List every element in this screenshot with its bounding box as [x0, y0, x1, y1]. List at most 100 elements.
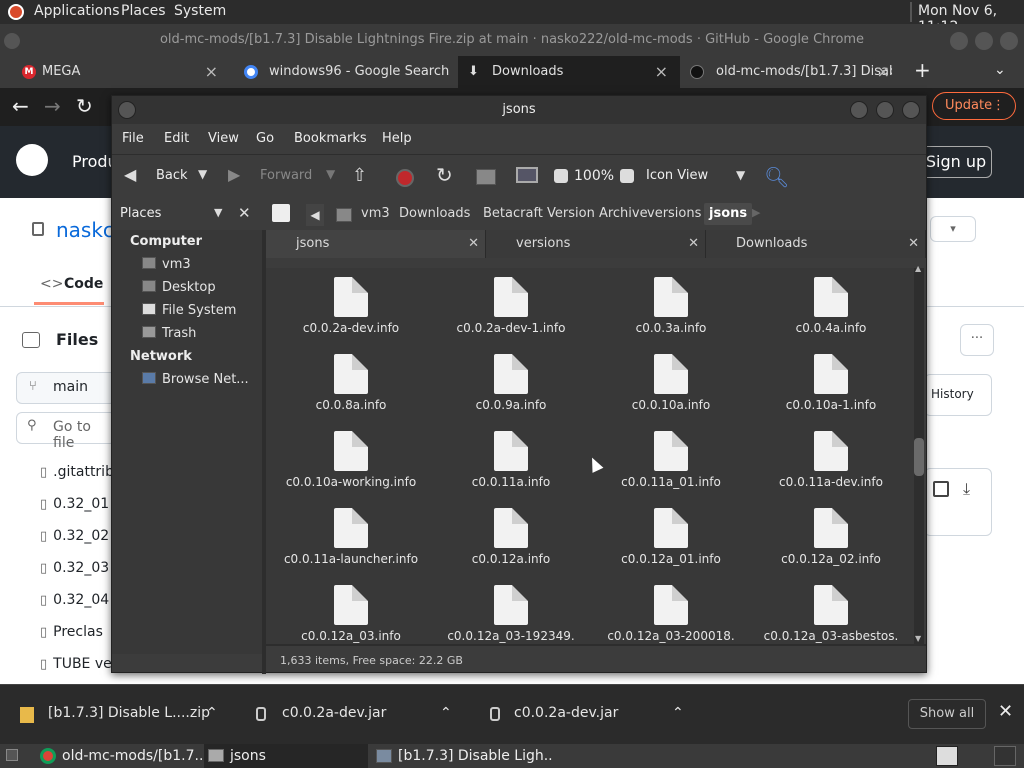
- copy-icon[interactable]: [933, 481, 949, 497]
- file-item[interactable]: c0.0.12a_03-192349.: [431, 580, 591, 646]
- zoom-out-icon[interactable]: [554, 169, 568, 183]
- stop-icon[interactable]: [396, 169, 414, 187]
- computer-icon[interactable]: [516, 167, 538, 183]
- file-manager-title-bar[interactable]: jsons: [112, 96, 926, 124]
- chevron-up-icon[interactable]: ⌃: [672, 705, 684, 721]
- close-downloads-icon[interactable]: ✕: [998, 701, 1013, 722]
- close-tab-icon[interactable]: ×: [877, 56, 890, 88]
- breadcrumb-vm3[interactable]: vm3: [356, 203, 395, 225]
- tab-google-search[interactable]: windows96 - Google Search: [235, 56, 455, 88]
- maximize-icon[interactable]: [975, 32, 993, 50]
- tab-github[interactable]: old-mc-mods/[b1.7.3] Disable ×: [682, 56, 892, 88]
- file-item[interactable]: c0.0.11a-dev.info: [751, 426, 911, 503]
- scroll-up-icon[interactable]: ▲: [915, 264, 921, 273]
- forward-history-chevron-icon[interactable]: ▼: [326, 167, 335, 181]
- system-menu[interactable]: System: [174, 3, 226, 19]
- sidebar-item-file-system[interactable]: File System: [142, 303, 236, 318]
- taskbar-item-chrome[interactable]: old-mc-mods/[b1.7....: [36, 744, 202, 768]
- new-tab-button[interactable]: +: [914, 58, 931, 82]
- taskbar-item-jsons[interactable]: jsons: [204, 744, 368, 768]
- workspace-1-icon[interactable]: [936, 746, 958, 766]
- file-item[interactable]: c0.0.12a_01.info: [591, 503, 751, 580]
- close-tab-icon[interactable]: ✕: [688, 230, 699, 258]
- file-item[interactable]: c0.0.10a-1.info: [751, 349, 911, 426]
- sidebar-item-browse-network[interactable]: Browse Net...: [142, 372, 249, 387]
- breadcrumb-right-icon[interactable]: ▶: [752, 206, 760, 219]
- search-icon[interactable]: 🔍︎: [764, 165, 789, 189]
- list-item[interactable]: ▯ Preclas: [40, 624, 103, 640]
- list-item[interactable]: ▯ TUBE ve: [40, 656, 112, 672]
- branch-select[interactable]: ⑂ main: [16, 372, 116, 404]
- back-history-chevron-icon[interactable]: ▼: [198, 167, 207, 181]
- menu-bookmarks[interactable]: Bookmarks: [294, 131, 367, 146]
- sidebar-selector[interactable]: Places ▼ ✕: [116, 204, 256, 224]
- file-item[interactable]: c0.0.2a-dev.info: [271, 272, 431, 349]
- file-item[interactable]: c0.0.11a-launcher.info: [271, 503, 431, 580]
- tab-code[interactable]: Code: [64, 276, 103, 292]
- tab-versions[interactable]: versions ✕: [486, 230, 706, 258]
- workspace-2-icon[interactable]: [994, 746, 1016, 766]
- file-item[interactable]: c0.0.12a.info: [431, 503, 591, 580]
- tab-downloads[interactable]: ⬇ Downloads ×: [458, 56, 680, 88]
- file-item[interactable]: c0.0.4a.info: [751, 272, 911, 349]
- file-grid-scrollbar[interactable]: ▲ ▼: [914, 264, 924, 646]
- places-menu[interactable]: Places: [121, 3, 166, 19]
- tab-downloads[interactable]: Downloads ✕: [706, 230, 926, 258]
- breadcrumb-jsons[interactable]: jsons: [704, 203, 753, 225]
- tab-jsons[interactable]: jsons ✕: [266, 230, 486, 258]
- breadcrumb-left-icon[interactable]: ◀: [306, 204, 324, 226]
- applications-menu[interactable]: Applications: [34, 3, 120, 19]
- forward-button[interactable]: ▶ Forward ▼: [226, 163, 336, 189]
- sign-up-button[interactable]: Sign up: [920, 146, 992, 178]
- sidebar-toggle-icon[interactable]: [22, 332, 40, 348]
- forward-arrow-icon[interactable]: →: [44, 94, 61, 118]
- edit-location-icon[interactable]: [272, 204, 290, 222]
- list-item[interactable]: ▯ 0.32_04: [40, 592, 109, 608]
- file-item[interactable]: c0.0.12a_03-asbestos.: [751, 580, 911, 646]
- file-item[interactable]: c0.0.2a-dev-1.info: [431, 272, 591, 349]
- up-icon[interactable]: ⇧: [352, 165, 367, 186]
- close-window-icon[interactable]: [1000, 32, 1018, 50]
- menu-go[interactable]: Go: [256, 131, 274, 146]
- show-all-button[interactable]: Show all: [908, 699, 986, 729]
- file-item[interactable]: c0.0.8a.info: [271, 349, 431, 426]
- reload-icon[interactable]: ↻: [76, 94, 93, 118]
- download-file-icon[interactable]: ⤓: [963, 479, 970, 499]
- minimize-icon[interactable]: [850, 101, 868, 119]
- back-button[interactable]: ◀ Back ▼: [122, 163, 212, 189]
- close-tab-icon[interactable]: ✕: [908, 230, 919, 258]
- breadcrumb-versions[interactable]: versions: [642, 203, 706, 225]
- download-item[interactable]: c0.0.2a-dev.jar ⌃: [474, 685, 696, 743]
- maximize-icon[interactable]: [876, 101, 894, 119]
- list-item[interactable]: ▯ 0.32_03: [40, 560, 109, 576]
- back-arrow-icon[interactable]: ←: [12, 94, 29, 118]
- close-tab-icon[interactable]: ✕: [468, 230, 479, 258]
- reload-icon[interactable]: ↻: [436, 163, 453, 187]
- history-button[interactable]: History: [924, 374, 992, 416]
- dropdown-button[interactable]: ▾: [930, 216, 976, 242]
- minimize-icon[interactable]: [950, 32, 968, 50]
- file-item[interactable]: c0.0.12a_03.info: [271, 580, 431, 646]
- repo-owner-link[interactable]: naskc: [56, 218, 114, 242]
- breadcrumb-betacraft[interactable]: Betacraft Version Archive: [478, 203, 653, 225]
- close-sidebar-icon[interactable]: ✕: [238, 204, 251, 222]
- file-item[interactable]: c0.0.11a.info: [431, 426, 591, 503]
- file-item[interactable]: c0.0.12a_02.info: [751, 503, 911, 580]
- file-item[interactable]: c0.0.10a.info: [591, 349, 751, 426]
- github-logo-icon[interactable]: [16, 144, 48, 176]
- taskbar-item-archive[interactable]: [b1.7.3] Disable Ligh...: [372, 744, 552, 768]
- sidebar-item-desktop[interactable]: Desktop: [142, 280, 216, 295]
- download-item[interactable]: [b1.7.3] Disable L....zip ⌃: [10, 685, 232, 743]
- file-item[interactable]: c0.0.9a.info: [431, 349, 591, 426]
- file-item[interactable]: c0.0.3a.info: [591, 272, 751, 349]
- tab-search-chevron-icon[interactable]: ⌄: [994, 62, 1006, 78]
- close-tab-icon[interactable]: ×: [655, 56, 668, 88]
- list-item[interactable]: ▯ .gitattrib: [40, 464, 114, 480]
- menu-file[interactable]: File: [122, 131, 144, 146]
- scroll-down-icon[interactable]: ▼: [915, 634, 921, 643]
- menu-view[interactable]: View: [208, 131, 239, 146]
- more-menu-icon[interactable]: ⋮: [992, 93, 1005, 119]
- show-desktop-icon[interactable]: [6, 749, 18, 761]
- go-to-file-input[interactable]: ⚲ Go to file: [16, 412, 116, 451]
- file-item[interactable]: c0.0.12a_03-200018.: [591, 580, 751, 646]
